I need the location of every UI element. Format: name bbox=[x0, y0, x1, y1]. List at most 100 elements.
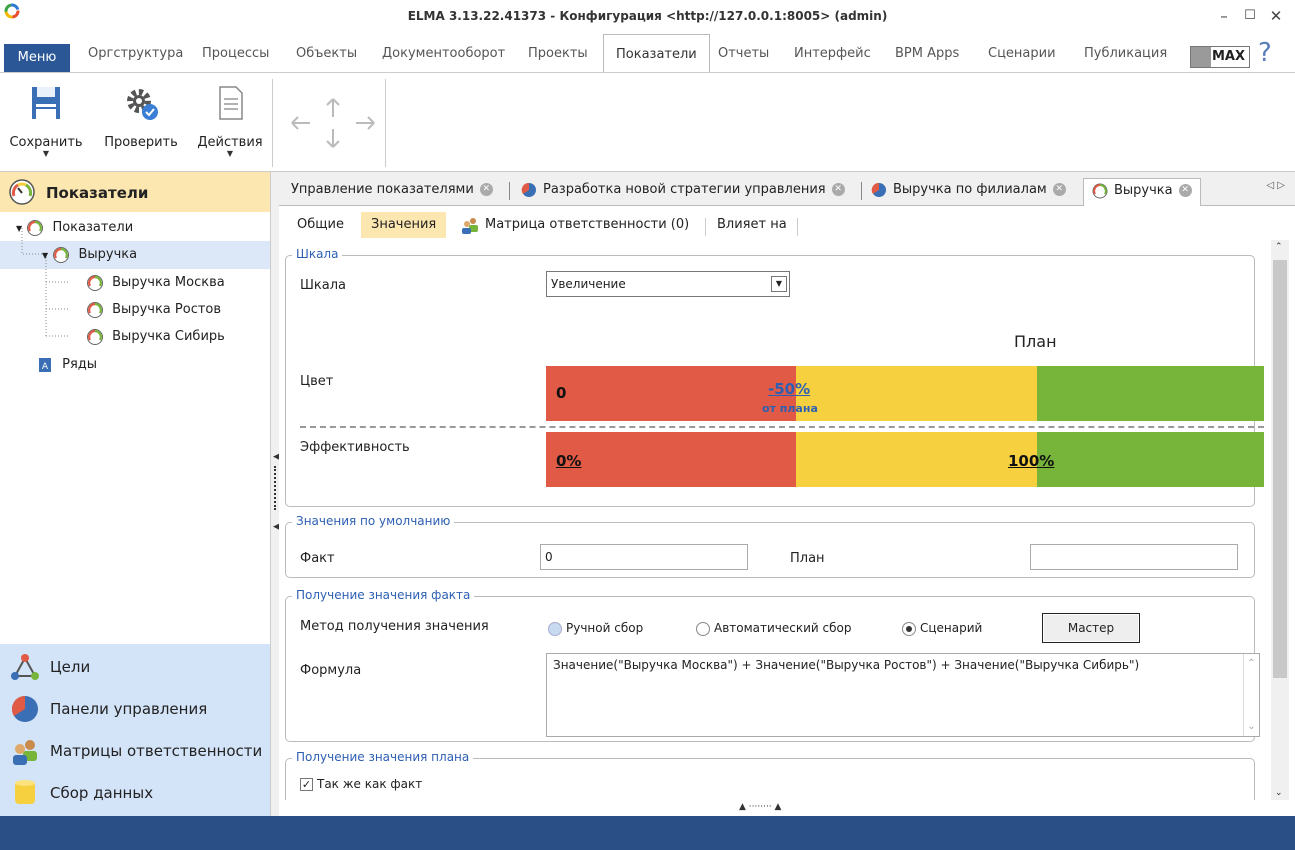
formula-editor[interactable]: Значение("Выручка Москва") + Значение("В… bbox=[546, 653, 1260, 737]
tab-scroll-arrows-icon[interactable]: ◁ ▷ bbox=[1266, 180, 1285, 191]
radio-circle-icon[interactable] bbox=[548, 621, 562, 636]
tab-objects[interactable]: Объекты bbox=[296, 34, 357, 72]
radio-automatic[interactable]: Автоматический сбор bbox=[696, 621, 852, 636]
efficiency-hundred-value[interactable]: 100% bbox=[1008, 452, 1054, 470]
tree-item-series[interactable]: A Ряды bbox=[36, 352, 97, 378]
radio-label: Сценарий bbox=[920, 621, 983, 635]
chevron-down-icon[interactable]: ⌄ bbox=[1244, 721, 1259, 732]
tree-item-indicators[interactable]: ▼ Показатели bbox=[16, 215, 133, 241]
tree-item-label: Ряды bbox=[62, 357, 98, 372]
doc-tab-manage-indicators[interactable]: Управление показателями ✕ bbox=[291, 178, 493, 206]
tab-projects[interactable]: Проекты bbox=[528, 34, 588, 72]
close-icon[interactable]: ✕ bbox=[831, 183, 845, 196]
save-label: Сохранить bbox=[9, 135, 83, 150]
color-segment-red[interactable] bbox=[546, 366, 796, 421]
color-mid-subtitle: от плана bbox=[762, 402, 818, 415]
efficiency-segment-red[interactable] bbox=[546, 432, 796, 487]
toolbar-separator bbox=[272, 79, 273, 167]
gauge-icon bbox=[9, 179, 35, 205]
database-icon bbox=[15, 780, 35, 804]
doc-tab-revenue[interactable]: Выручка ✕ bbox=[1083, 178, 1201, 206]
close-button[interactable]: ✕ bbox=[1266, 6, 1286, 26]
wizard-button[interactable]: Мастер bbox=[1042, 613, 1140, 643]
tab-reports[interactable]: Отчеты bbox=[718, 34, 769, 72]
fact-input[interactable]: 0 bbox=[540, 544, 748, 570]
tab-documents[interactable]: Документооборот bbox=[382, 34, 505, 72]
menu-button[interactable]: Меню bbox=[4, 44, 70, 72]
tab-publication[interactable]: Публикация bbox=[1084, 34, 1167, 72]
pie-chart-icon bbox=[11, 695, 38, 722]
tree-item-revenue-rostov[interactable]: Выручка Ростов bbox=[86, 297, 221, 323]
subtab-influences[interactable]: Влияет на bbox=[717, 212, 787, 238]
maximize-button[interactable]: ☐ bbox=[1240, 6, 1260, 26]
max-button[interactable]: MAX bbox=[1190, 46, 1250, 68]
scale-divider bbox=[300, 426, 1264, 428]
tree-item-revenue[interactable]: ▼ Выручка bbox=[42, 242, 137, 268]
doc-tab-strategy[interactable]: Разработка новой стратегии управления ✕ bbox=[521, 178, 845, 206]
radio-circle-icon[interactable] bbox=[902, 621, 916, 636]
doc-tab-label: Разработка новой стратегии управления bbox=[543, 182, 826, 197]
close-icon[interactable]: ✕ bbox=[1178, 184, 1192, 197]
subtab-responsibility-matrix[interactable]: Матрица ответственности (0) bbox=[461, 212, 689, 238]
module-dashboards[interactable]: Панели управления bbox=[8, 688, 270, 730]
radio-scenario[interactable]: Сценарий bbox=[902, 621, 982, 636]
module-label: Цели bbox=[50, 658, 91, 676]
fact-label: Факт bbox=[300, 551, 335, 566]
doc-tab-revenue-by-branch[interactable]: Выручка по филиалам ✕ bbox=[871, 178, 1066, 206]
panel-splitter[interactable]: ◀ ◀ bbox=[270, 172, 280, 816]
gauge-icon bbox=[1092, 183, 1108, 198]
bottom-splitter-icon[interactable]: ▲ ········ ▲ bbox=[739, 802, 781, 812]
actions-label: Действия bbox=[197, 135, 263, 150]
radio-circle-icon[interactable] bbox=[696, 621, 710, 636]
tab-interface[interactable]: Интерфейс bbox=[794, 34, 871, 72]
color-mid-value[interactable]: -50% bbox=[768, 380, 810, 398]
close-icon[interactable]: ✕ bbox=[1052, 183, 1066, 196]
color-zero-value: 0 bbox=[556, 384, 567, 402]
help-icon[interactable]: ? bbox=[1258, 38, 1272, 68]
same-as-fact-checkbox[interactable]: ✓ Так же как факт bbox=[300, 777, 422, 791]
formula-scrollbar[interactable]: ⌃ ⌄ bbox=[1243, 654, 1259, 736]
fact-method-group: Получение значения факта Метод получения… bbox=[285, 588, 1260, 742]
gauge-icon bbox=[87, 328, 103, 345]
chevron-up-icon[interactable]: ⌃ bbox=[1275, 242, 1283, 252]
efficiency-zero-value[interactable]: 0% bbox=[556, 452, 581, 470]
splitter-grip[interactable] bbox=[274, 466, 276, 510]
chevron-down-icon[interactable]: ⌄ bbox=[1275, 788, 1283, 798]
color-segment-green[interactable] bbox=[1037, 366, 1264, 421]
tab-scenarios[interactable]: Сценарии bbox=[988, 34, 1056, 72]
scrollbar-thumb[interactable] bbox=[1273, 260, 1287, 678]
tree-item-revenue-moscow[interactable]: Выручка Москва bbox=[86, 270, 225, 296]
efficiency-segment-yellow[interactable] bbox=[796, 432, 1037, 487]
vertical-scrollbar[interactable]: ⌃ ⌄ bbox=[1271, 240, 1289, 800]
tab-orgstructure[interactable]: Оргструктура bbox=[88, 34, 183, 72]
color-segment-yellow[interactable] bbox=[796, 366, 1037, 421]
scale-group: Шкала Шкала Увеличение ▼ План Цвет 0 -50… bbox=[285, 247, 1264, 507]
checkbox-checked-icon[interactable]: ✓ bbox=[300, 778, 313, 791]
save-button[interactable]: Сохранить ▼ bbox=[6, 73, 86, 171]
actions-button[interactable]: Действия ▼ bbox=[194, 73, 266, 171]
tree-item-label: Выручка bbox=[78, 247, 138, 262]
color-band[interactable]: 0 -50% от плана bbox=[546, 366, 1264, 421]
sub-tabs: Общие Значения Матрица ответственности (… bbox=[279, 206, 1295, 240]
subtab-label: Матрица ответственности (0) bbox=[485, 217, 690, 232]
module-goals[interactable]: Цели bbox=[8, 646, 270, 688]
scale-label: Шкала bbox=[300, 278, 346, 293]
subtab-values[interactable]: Значения bbox=[361, 212, 447, 238]
radio-manual[interactable]: Ручной сбор bbox=[548, 621, 643, 636]
plan-input[interactable] bbox=[1030, 544, 1238, 570]
check-button[interactable]: Проверить bbox=[100, 73, 182, 171]
subtab-general[interactable]: Общие bbox=[297, 212, 344, 238]
tab-processes[interactable]: Процессы bbox=[202, 34, 269, 72]
close-icon[interactable]: ✕ bbox=[479, 183, 493, 196]
tab-indicators[interactable]: Показатели bbox=[603, 34, 710, 72]
module-responsibility-matrices[interactable]: Матрицы ответственности bbox=[8, 730, 270, 772]
efficiency-segment-green[interactable] bbox=[1037, 432, 1264, 487]
scale-select[interactable]: Увеличение ▼ bbox=[546, 271, 790, 297]
chevron-up-icon[interactable]: ⌃ bbox=[1244, 658, 1259, 669]
module-data-collection[interactable]: Сбор данных bbox=[8, 772, 270, 814]
chevron-down-icon[interactable]: ▼ bbox=[771, 276, 787, 292]
minimize-button[interactable]: – bbox=[1214, 6, 1234, 26]
efficiency-band[interactable]: 0% 100% bbox=[546, 432, 1264, 487]
tree-item-revenue-siberia[interactable]: Выручка Сибирь bbox=[86, 324, 225, 350]
tab-bpm-apps[interactable]: BPM Apps bbox=[895, 34, 959, 72]
